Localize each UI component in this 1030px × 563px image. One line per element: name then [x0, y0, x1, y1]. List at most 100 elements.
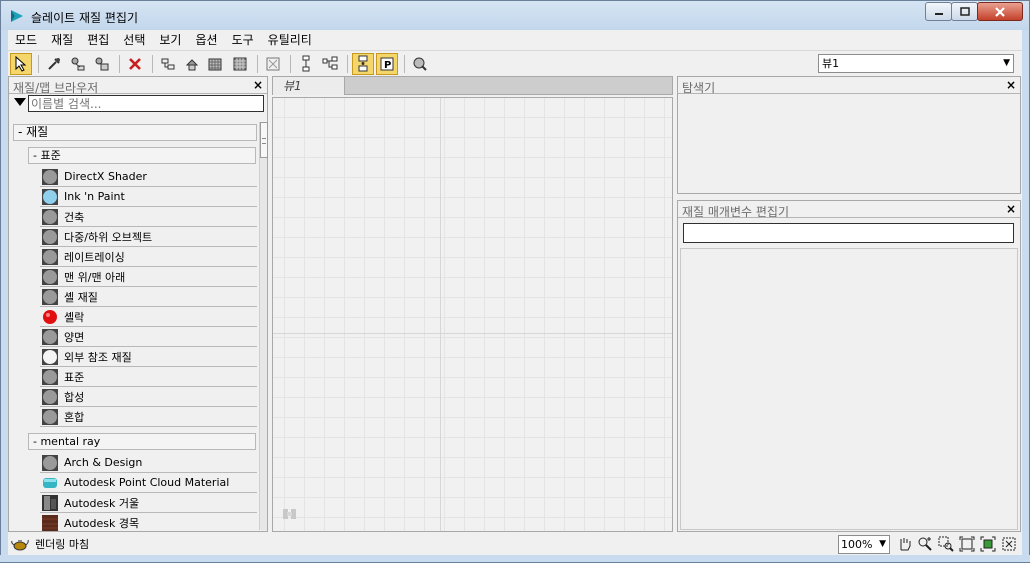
- zoom-extents-icon: [959, 536, 975, 552]
- view-dropdown[interactable]: 뷰1 ▼: [818, 54, 1014, 73]
- list-item[interactable]: Autodesk 경목: [40, 513, 257, 532]
- list-item[interactable]: 건축: [40, 207, 257, 227]
- parameter-editor-close-icon[interactable]: ×: [1006, 202, 1016, 216]
- menu-mode[interactable]: 모드: [8, 30, 44, 50]
- parameter-editor-title: 재질 매개변수 편집기: [682, 205, 789, 219]
- show-map-button[interactable]: [205, 53, 227, 75]
- material-sphere-icon: [42, 188, 58, 205]
- minimize-button[interactable]: [925, 2, 952, 21]
- parameter-editor-button[interactable]: P: [376, 52, 398, 75]
- zoom-region-icon: [938, 536, 954, 552]
- app-icon: [11, 10, 23, 22]
- list-item[interactable]: 표준: [40, 367, 257, 387]
- zoom-button[interactable]: [915, 535, 935, 553]
- show-end-result-button[interactable]: [262, 53, 284, 75]
- eyedropper-button[interactable]: [43, 53, 65, 75]
- browser-scrollbar[interactable]: [259, 122, 268, 530]
- select-tool-button[interactable]: [10, 52, 32, 75]
- toolbar-separator: [119, 54, 120, 73]
- menu-utilities[interactable]: 유틸리티: [261, 30, 319, 50]
- list-item[interactable]: 맨 위/맨 아래: [40, 267, 257, 287]
- menu-view[interactable]: 보기: [152, 30, 188, 50]
- list-item-label: 혼합: [64, 410, 85, 424]
- toolbar-separator: [152, 54, 153, 73]
- toolbar-separator: [257, 54, 258, 73]
- list-item-label: DirectX Shader: [64, 170, 147, 183]
- select-by-material-icon: [413, 57, 427, 71]
- list-item[interactable]: 혼합: [40, 407, 257, 427]
- mirror-material-icon: [42, 494, 58, 511]
- list-item-label: 합성: [64, 390, 85, 404]
- browser-scroll-thumb[interactable]: [260, 122, 268, 158]
- zoom-extents-button[interactable]: [957, 535, 977, 553]
- material-sphere-icon: [42, 408, 58, 425]
- assign-material-button[interactable]: [91, 53, 113, 75]
- menu-edit[interactable]: 편집: [80, 30, 116, 50]
- node-view-canvas[interactable]: [272, 97, 673, 532]
- select-by-material-button[interactable]: [409, 53, 431, 75]
- hide-slots-icon: [358, 55, 368, 71]
- layout-vertical-icon: [302, 55, 310, 71]
- close-button[interactable]: [977, 2, 1023, 21]
- put-to-scene-button[interactable]: [67, 53, 89, 75]
- hide-unused-slots-button[interactable]: [352, 52, 374, 75]
- list-item[interactable]: 외부 참조 재질: [40, 347, 257, 367]
- parameter-editor-header: 재질 매개변수 편집기 ×: [678, 201, 1020, 219]
- hardwood-material-icon: [42, 514, 58, 531]
- navigator-close-icon[interactable]: ×: [1006, 78, 1016, 92]
- maximize-view-button[interactable]: [999, 535, 1019, 553]
- list-item[interactable]: DirectX Shader: [40, 167, 257, 187]
- tab-view1[interactable]: 뷰1: [273, 77, 345, 95]
- layout-vertical-button[interactable]: [295, 53, 317, 75]
- maximize-button[interactable]: [951, 2, 978, 21]
- list-item[interactable]: 합성: [40, 387, 257, 407]
- list-item[interactable]: Autodesk 거울: [40, 493, 257, 513]
- material-tree: - 재질 - 표준 DirectX Shader Ink 'n Paint 건축…: [9, 122, 257, 532]
- material-sphere-icon: [42, 228, 58, 245]
- browser-close-icon[interactable]: ×: [253, 78, 263, 92]
- navigator-panel: 탐색기 ×: [677, 76, 1021, 194]
- move-children-button[interactable]: [157, 53, 179, 75]
- group-standard[interactable]: - 표준: [28, 147, 256, 164]
- list-item[interactable]: 셸락: [40, 307, 257, 327]
- cursor-icon: [15, 55, 27, 72]
- zoom-region-button[interactable]: [936, 535, 956, 553]
- menu-material[interactable]: 재질: [44, 30, 80, 50]
- delete-button[interactable]: [124, 53, 146, 75]
- list-item-label: 맨 위/맨 아래: [64, 270, 126, 284]
- list-item[interactable]: 셸 재질: [40, 287, 257, 307]
- menu-options[interactable]: 옵션: [188, 30, 224, 50]
- list-item[interactable]: 다중/하위 오브젝트: [40, 227, 257, 247]
- browser-header: 재질/맵 브라우저 ×: [9, 77, 267, 95]
- pan-button[interactable]: [894, 535, 914, 553]
- list-item-label: Autodesk 경목: [64, 516, 140, 530]
- list-item[interactable]: 양면: [40, 327, 257, 347]
- material-name-input[interactable]: [683, 223, 1014, 243]
- zoom-dropdown[interactable]: 100% ▼: [838, 535, 890, 554]
- teapot-render-icon: [11, 539, 29, 551]
- material-sphere-icon: [42, 208, 58, 225]
- point-cloud-material-icon: [42, 474, 58, 491]
- list-item[interactable]: 레이트레이싱: [40, 247, 257, 267]
- list-item[interactable]: Autodesk Point Cloud Material: [40, 473, 257, 493]
- group-materials[interactable]: - 재질: [13, 124, 257, 141]
- menu-bar: 모드 재질 편집 선택 보기 옵션 도구 유틸리티: [8, 30, 1022, 50]
- view-dropdown-value: 뷰1: [822, 57, 840, 70]
- list-item[interactable]: Arch & Design: [40, 453, 257, 473]
- material-sphere-icon: [42, 288, 58, 305]
- menu-tools[interactable]: 도구: [225, 30, 261, 50]
- parameter-editor-body: [680, 248, 1018, 530]
- list-item[interactable]: Ink 'n Paint: [40, 187, 257, 207]
- group-mental-ray[interactable]: - mental ray: [28, 433, 256, 450]
- menu-select[interactable]: 선택: [116, 30, 152, 50]
- maximize-view-icon: [1002, 537, 1016, 551]
- toolbar-separator: [347, 54, 348, 73]
- select-tree-button[interactable]: [181, 53, 203, 75]
- list-item-label: Ink 'n Paint: [64, 190, 125, 203]
- end-result-icon: [266, 57, 280, 70]
- show-background-button[interactable]: [229, 53, 251, 75]
- browser-search-input[interactable]: [28, 95, 264, 112]
- browser-options-icon[interactable]: [14, 98, 26, 106]
- zoom-extents-selected-button[interactable]: [978, 535, 998, 553]
- layout-horizontal-button[interactable]: [319, 53, 341, 75]
